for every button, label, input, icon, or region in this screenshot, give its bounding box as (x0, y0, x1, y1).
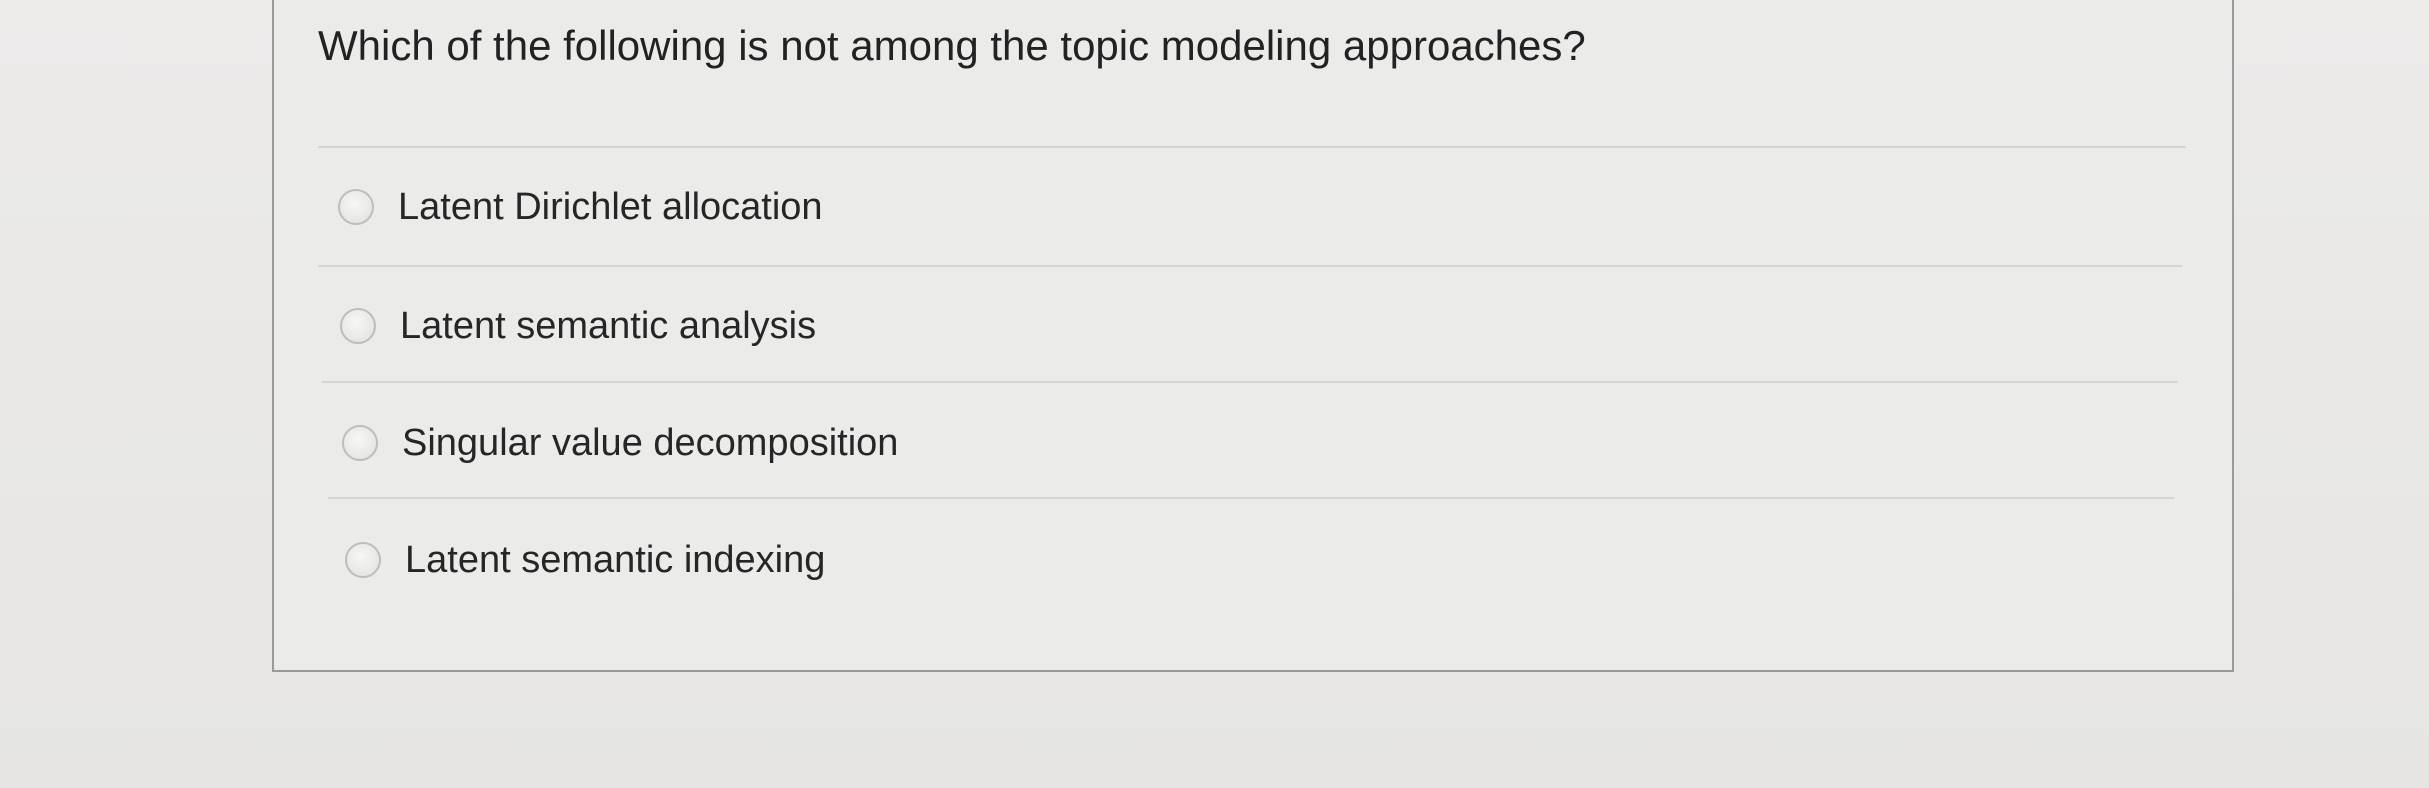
question-text: Which of the following is not among the … (318, 22, 1586, 69)
answer-label: Latent Dirichlet allocation (398, 186, 823, 228)
answer-label: Latent semantic indexing (405, 539, 826, 581)
divider-3 (328, 497, 2174, 499)
answer-label: Singular value decomposition (402, 422, 899, 464)
divider-2 (322, 381, 2178, 383)
answer-option-lsa[interactable]: Latent semantic analysis (340, 302, 816, 350)
radio-button-icon[interactable] (338, 189, 374, 225)
answer-option-svd[interactable]: Singular value decomposition (342, 419, 898, 467)
radio-button-icon[interactable] (342, 425, 378, 461)
radio-button-icon[interactable] (340, 308, 376, 344)
radio-button-icon[interactable] (345, 542, 381, 578)
divider-top (318, 146, 2186, 148)
divider-1 (318, 265, 2182, 267)
answer-option-lda[interactable]: Latent Dirichlet allocation (338, 183, 823, 231)
answer-option-lsi[interactable]: Latent semantic indexing (345, 536, 825, 584)
answer-label: Latent semantic analysis (400, 305, 817, 347)
